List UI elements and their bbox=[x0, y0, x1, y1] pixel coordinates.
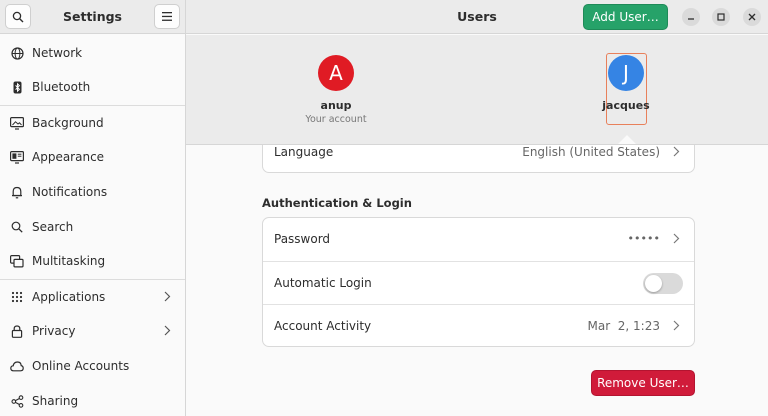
close-button[interactable] bbox=[743, 8, 761, 26]
multitasking-icon bbox=[10, 254, 24, 268]
bell-icon bbox=[10, 185, 24, 199]
chevron-right-icon bbox=[673, 146, 680, 157]
auth-card: Password ••••• Automatic Login Account A… bbox=[262, 217, 695, 347]
sidebar-item-applications[interactable]: Applications bbox=[0, 280, 185, 314]
sidebar-menu-button[interactable] bbox=[154, 4, 180, 29]
add-user-button[interactable]: Add User… bbox=[583, 4, 668, 30]
row-label: Language bbox=[274, 145, 334, 159]
bluetooth-icon bbox=[10, 80, 24, 94]
hamburger-menu-icon bbox=[162, 12, 172, 21]
toggle-knob bbox=[645, 275, 662, 292]
account-activity-row[interactable]: Account Activity Mar 2, 1:23 bbox=[263, 305, 694, 348]
activity-value: Mar 2, 1:23 bbox=[587, 319, 660, 333]
sidebar-item-label: Sharing bbox=[32, 394, 79, 408]
page-title: Users bbox=[457, 9, 497, 24]
sidebar: Settings Network Bluetooth Background Ap… bbox=[0, 0, 186, 416]
user-card-anup[interactable]: A anup Your account bbox=[296, 55, 376, 125]
sidebar-item-notifications[interactable]: Notifications bbox=[0, 175, 185, 209]
automatic-login-toggle[interactable] bbox=[643, 273, 683, 294]
selection-caret bbox=[618, 135, 636, 144]
remove-user-button[interactable]: Remove User… bbox=[591, 370, 695, 396]
maximize-icon bbox=[717, 13, 725, 21]
search-icon bbox=[10, 220, 24, 234]
sidebar-item-label: Background bbox=[32, 116, 104, 130]
chevron-right-icon bbox=[164, 291, 171, 302]
sidebar-item-sharing[interactable]: Sharing bbox=[0, 384, 185, 416]
grid-icon bbox=[10, 290, 24, 304]
password-row[interactable]: Password ••••• bbox=[263, 218, 694, 261]
sidebar-item-background[interactable]: Background bbox=[0, 106, 185, 140]
sidebar-item-label: Multitasking bbox=[32, 254, 106, 268]
cloud-icon bbox=[10, 359, 24, 373]
sidebar-item-privacy[interactable]: Privacy bbox=[0, 314, 185, 348]
user-name: anup bbox=[320, 99, 352, 112]
maximize-button[interactable] bbox=[712, 8, 730, 26]
sidebar-item-label: Search bbox=[32, 220, 74, 234]
sidebar-item-online-accounts[interactable]: Online Accounts bbox=[0, 349, 185, 383]
sidebar-item-network[interactable]: Network bbox=[0, 36, 185, 70]
sidebar-item-label: Bluetooth bbox=[32, 80, 91, 94]
chevron-right-icon bbox=[673, 233, 680, 244]
sidebar-item-search[interactable]: Search bbox=[0, 210, 185, 244]
sidebar-item-label: Appearance bbox=[32, 150, 105, 164]
sidebar-item-multitasking[interactable]: Multitasking bbox=[0, 244, 185, 278]
appearance-icon bbox=[10, 150, 24, 164]
user-carousel: A anup Your account J jacques bbox=[186, 35, 768, 145]
row-label: Automatic Login bbox=[274, 276, 372, 290]
user-name: jacques bbox=[602, 99, 650, 112]
sidebar-item-label: Privacy bbox=[32, 324, 76, 338]
row-label: Account Activity bbox=[274, 319, 372, 333]
sidebar-item-bluetooth[interactable]: Bluetooth bbox=[0, 70, 185, 104]
main-header: Users Add User… bbox=[186, 0, 768, 34]
section-title: Authentication & Login bbox=[262, 196, 412, 210]
sidebar-item-label: Network bbox=[32, 46, 83, 60]
chevron-right-icon bbox=[673, 320, 680, 331]
password-value: ••••• bbox=[627, 232, 660, 245]
sidebar-item-appearance[interactable]: Appearance bbox=[0, 140, 185, 174]
user-card-jacques[interactable]: J jacques bbox=[586, 55, 666, 112]
network-icon bbox=[10, 46, 24, 60]
chevron-right-icon bbox=[164, 325, 171, 336]
background-icon bbox=[10, 116, 24, 130]
sidebar-item-label: Applications bbox=[32, 290, 106, 304]
avatar: J bbox=[608, 55, 644, 91]
row-value: English (United States) bbox=[522, 145, 660, 159]
automatic-login-row: Automatic Login bbox=[263, 262, 694, 305]
avatar: A bbox=[318, 55, 354, 91]
sidebar-item-label: Notifications bbox=[32, 185, 108, 199]
sidebar-header: Settings bbox=[0, 0, 185, 34]
minimize-button[interactable] bbox=[682, 8, 700, 26]
row-label: Password bbox=[274, 232, 331, 246]
user-subtitle: Your account bbox=[305, 114, 367, 125]
close-icon bbox=[748, 13, 756, 21]
lock-icon bbox=[10, 324, 24, 338]
minimize-icon bbox=[688, 18, 694, 20]
share-icon bbox=[10, 394, 24, 408]
sidebar-item-label: Online Accounts bbox=[32, 359, 130, 373]
